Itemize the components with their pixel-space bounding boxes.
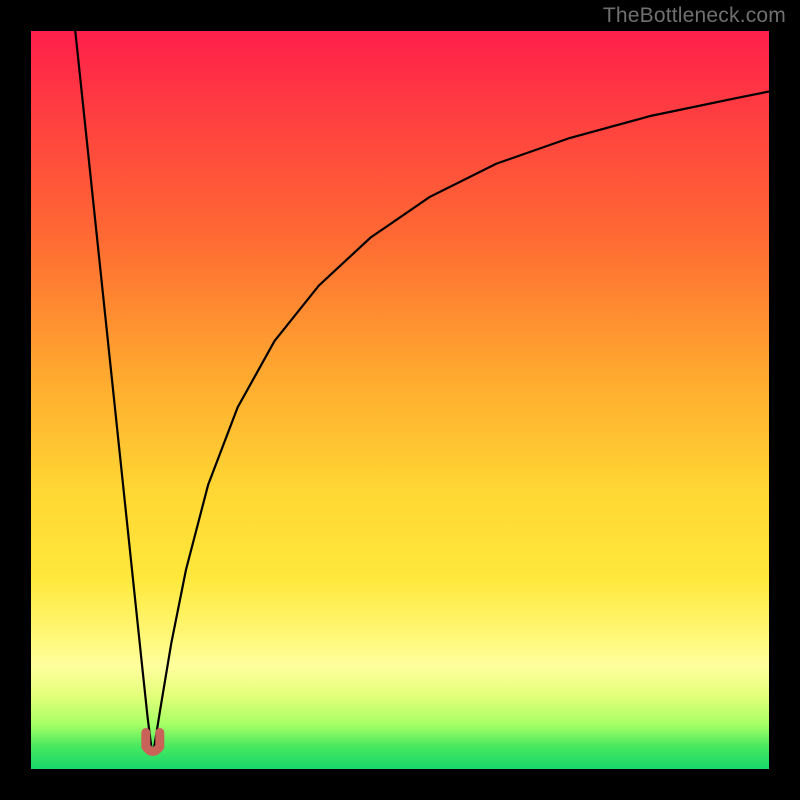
watermark-text: TheBottleneck.com [603, 4, 786, 28]
minimum-marker [146, 733, 160, 752]
bottleneck-curve [31, 31, 769, 769]
plot-area [31, 31, 769, 769]
chart-frame: TheBottleneck.com [0, 0, 800, 800]
